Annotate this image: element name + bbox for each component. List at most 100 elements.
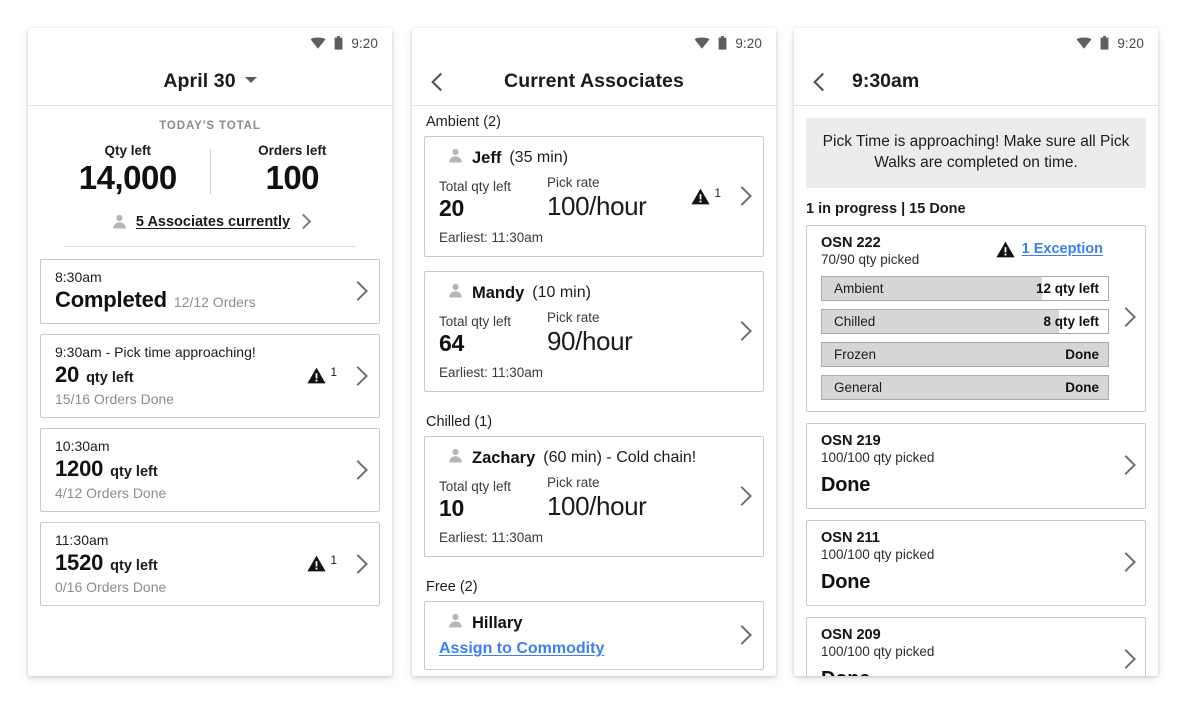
pick-window-qty: 20 xyxy=(55,362,80,388)
order-qty-picked: 100/100 qty picked xyxy=(821,546,935,562)
chevron-right-icon[interactable] xyxy=(732,625,752,645)
progress-bar-general: General Done xyxy=(821,374,1109,400)
pick-window-time: 9:30am - Pick time approaching! xyxy=(55,344,256,361)
progress-bar-label: General xyxy=(834,379,883,395)
pick-rate-label: Pick rate xyxy=(547,175,600,190)
associate-card[interactable]: Jeff (35 min) Total qty left 20 Pick rat… xyxy=(424,136,764,257)
orders-left-label: Orders left xyxy=(258,143,327,158)
qty-left-value: 14,000 xyxy=(78,159,177,196)
chevron-right-icon[interactable] xyxy=(1116,551,1136,572)
chevron-right-icon[interactable] xyxy=(348,365,368,386)
progress-bar-ambient: Ambient 12 qty left xyxy=(821,275,1109,301)
totals-row: Qty left 14,000 Orders left 100 xyxy=(46,143,374,198)
exception-indicator[interactable]: 1 xyxy=(307,553,337,572)
order-card[interactable]: OSN 219 100/100 qty picked Done xyxy=(806,422,1146,509)
associate-meta: (10 min) xyxy=(532,284,591,301)
chevron-right-icon[interactable] xyxy=(732,486,752,506)
person-icon xyxy=(447,612,464,634)
chevron-right-icon[interactable] xyxy=(348,281,368,302)
order-id: OSN 222 xyxy=(821,234,881,251)
status-bar: 9:20 xyxy=(28,28,392,58)
order-status: Done xyxy=(821,473,871,496)
list-item[interactable]: 9:30am - Pick time approaching! 20 qty l… xyxy=(40,334,380,419)
total-qty-left-value: 20 xyxy=(439,195,464,221)
exception-indicator[interactable]: 1 Exception xyxy=(986,235,1109,258)
panel1-body: TODAY'S TOTAL Qty left 14,000 Orders lef… xyxy=(28,106,392,676)
exception-link[interactable]: 1 Exception xyxy=(1022,241,1103,257)
associate-name: Mandy xyxy=(472,283,525,302)
app-bar-associates: Current Associates xyxy=(412,58,776,106)
page-title: 9:30am xyxy=(852,70,920,92)
order-qty-picked: 100/100 qty picked xyxy=(821,449,935,465)
todays-total-section: TODAY'S TOTAL Qty left 14,000 Orders lef… xyxy=(28,106,392,248)
total-qty-left-label: Total qty left xyxy=(439,479,512,494)
order-card[interactable]: OSN 209 100/100 qty picked Done xyxy=(806,616,1146,676)
battery-icon xyxy=(718,36,727,50)
progress-bar-label: Ambient xyxy=(834,280,884,296)
pick-rate-value: 100/hour xyxy=(547,491,647,521)
section-header-free: Free (2) xyxy=(426,579,478,595)
chevron-right-icon[interactable] xyxy=(348,553,368,574)
back-chevron-icon[interactable] xyxy=(431,72,450,91)
list-item[interactable]: 10:30am 1200 qty left 4/12 Orders Done xyxy=(40,428,380,513)
associate-card[interactable]: Mandy (10 min) Total qty left 64 Pick ra… xyxy=(424,271,764,392)
status-bar: 9:20 xyxy=(412,28,776,58)
pick-rate-value: 100/hour xyxy=(547,191,647,221)
order-card[interactable]: OSN 211 100/100 qty picked Done xyxy=(806,519,1146,606)
chevron-right-icon[interactable] xyxy=(348,459,368,480)
chevron-right-icon[interactable] xyxy=(732,321,752,341)
person-icon xyxy=(447,447,464,469)
back-chevron-icon[interactable] xyxy=(813,72,832,91)
assign-to-commodity-link[interactable]: Assign to Commodity xyxy=(439,640,727,658)
warning-icon xyxy=(996,241,1015,258)
chevron-down-icon[interactable] xyxy=(244,76,257,83)
pick-window-status-sub: 12/12 Orders xyxy=(173,294,256,311)
progress-bar-frozen: Frozen Done xyxy=(821,341,1109,367)
battery-icon xyxy=(1100,36,1109,50)
chevron-right-icon[interactable] xyxy=(1116,454,1136,475)
progress-bar-label: Chilled xyxy=(834,313,876,329)
chevron-right-icon[interactable] xyxy=(732,186,752,206)
pick-window-qty-unit: qty left xyxy=(110,464,158,481)
progress-bar-chilled: Chilled 8 qty left xyxy=(821,308,1109,334)
todays-total-heading: TODAY'S TOTAL xyxy=(159,120,261,132)
list-item[interactable]: 8:30am Completed 12/12 Orders xyxy=(40,259,380,325)
pick-window-time: 8:30am xyxy=(55,269,102,286)
order-id: OSN 209 xyxy=(821,626,881,643)
chevron-right-icon[interactable] xyxy=(295,213,312,230)
total-qty-left-value: 10 xyxy=(439,495,464,521)
phone-panel-schedule: 9:20 April 30 TODAY'S TOTAL Qty left 14,… xyxy=(28,28,392,676)
pick-window-time: 10:30am xyxy=(55,438,110,455)
pick-rate-value: 90/hour xyxy=(547,326,633,356)
associate-card[interactable]: Zachary (60 min) - Cold chain! Total qty… xyxy=(424,436,764,557)
pick-rate-label: Pick rate xyxy=(547,310,600,325)
progress-summary: 1 in progress | 15 Done xyxy=(806,200,966,217)
order-qty-picked: 100/100 qty picked xyxy=(821,643,935,659)
order-status: Done xyxy=(821,668,1109,676)
order-id: OSN 219 xyxy=(821,432,881,449)
pick-window-orders-done: 15/16 Orders Done xyxy=(55,391,175,408)
exception-indicator[interactable]: 1 xyxy=(691,185,721,205)
app-bar-pick-window: 9:30am xyxy=(794,58,1158,106)
total-qty-left-label: Total qty left xyxy=(439,314,512,329)
exception-count: 1 xyxy=(714,185,721,200)
progress-bar-label: Frozen xyxy=(834,346,877,362)
chevron-right-icon[interactable] xyxy=(1116,648,1136,669)
wifi-icon xyxy=(310,36,326,50)
commodity-progress-bars: Ambient 12 qty left Chilled 8 qty left F… xyxy=(821,275,1109,400)
earliest-time: Earliest: 11:30am xyxy=(439,365,544,380)
associate-name: Zachary xyxy=(472,448,536,467)
associates-link-row[interactable]: 5 Associates currently xyxy=(46,213,374,230)
pick-window-orders-done: 4/12 Orders Done xyxy=(55,485,167,502)
progress-bar-value: Done xyxy=(1065,379,1099,395)
pick-window-qty-unit: qty left xyxy=(86,370,134,387)
order-card[interactable]: OSN 222 70/90 qty picked 1 Exception Amb… xyxy=(806,224,1146,412)
exception-indicator[interactable]: 1 xyxy=(307,365,337,384)
pick-window-time: 11:30am xyxy=(55,532,109,549)
app-bar-date[interactable]: April 30 xyxy=(28,58,392,106)
list-item[interactable]: 11:30am 1520 qty left 0/16 Orders Done 1 xyxy=(40,522,380,607)
chevron-right-icon[interactable] xyxy=(1116,307,1136,328)
progress-bar-value: Done xyxy=(1065,346,1099,362)
associate-card[interactable]: Hillary Assign to Commodity xyxy=(424,601,764,670)
associates-link[interactable]: 5 Associates currently xyxy=(136,214,290,230)
